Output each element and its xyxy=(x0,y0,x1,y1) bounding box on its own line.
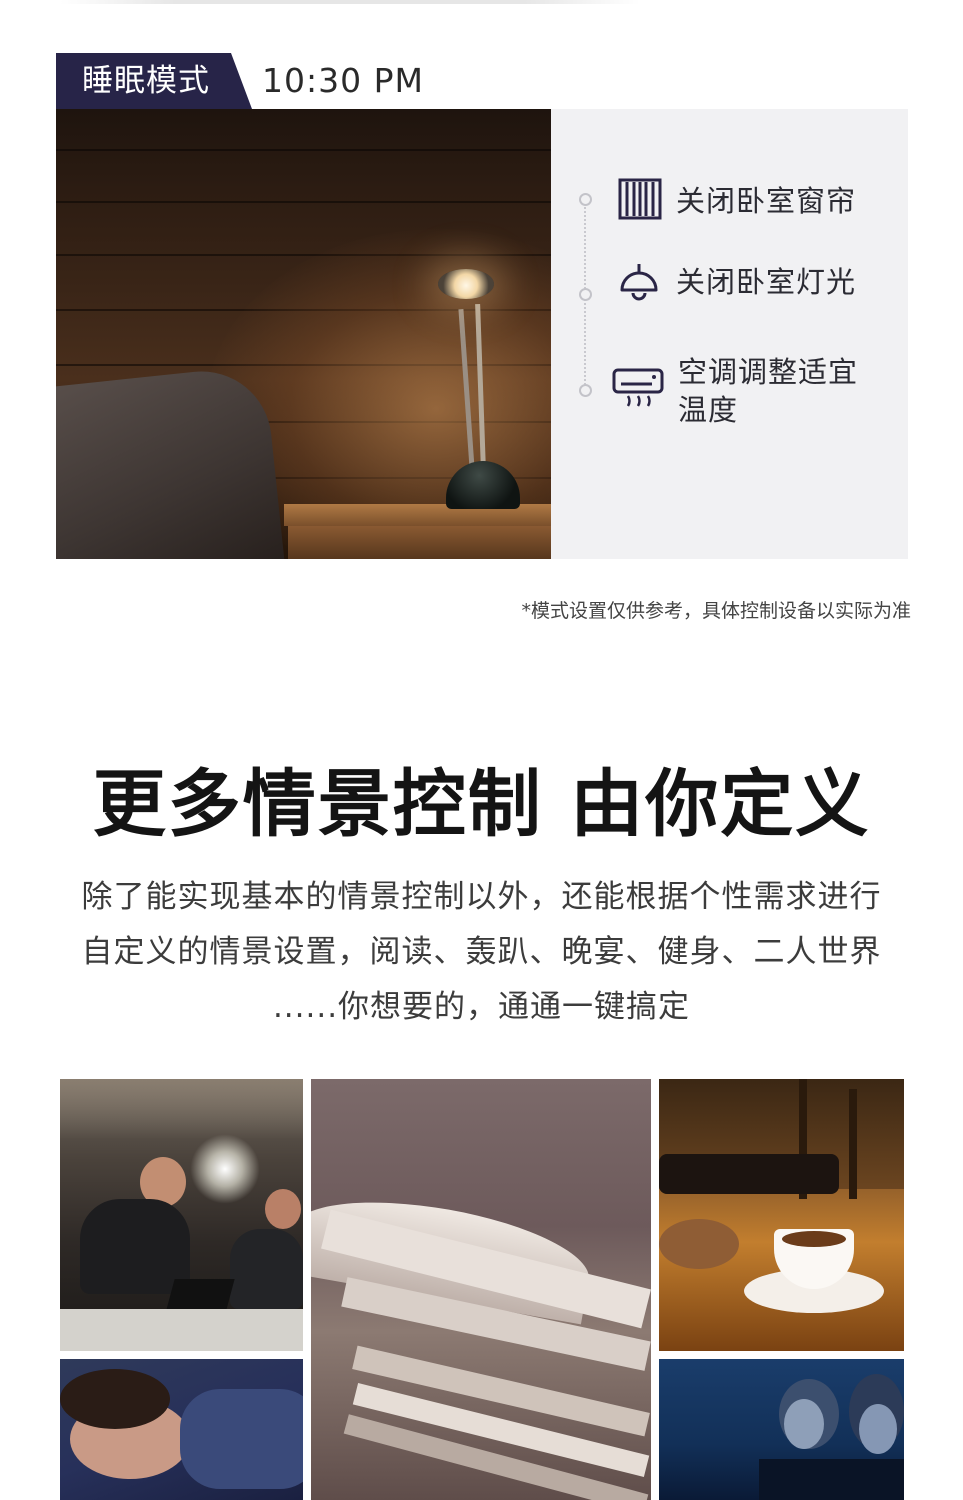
step-label-ac-line2: 温度 xyxy=(678,393,739,427)
step-label-ac-line1: 空调调整适宜 xyxy=(678,355,859,389)
section-headline: 更多情景控制 由你定义 xyxy=(92,762,871,847)
section-paragraph: 除了能实现基本的情景控制以外，还能根据个性需求进行 自定义的情景设置，阅读、轰趴… xyxy=(0,870,963,1035)
mode-badge: 睡眠模式 xyxy=(56,53,252,109)
desk-lamp xyxy=(438,269,494,299)
mode-time: 10:30 PM xyxy=(262,61,424,100)
bed-shape xyxy=(56,364,287,559)
step-label-light: 关闭卧室灯光 xyxy=(676,265,857,299)
paragraph-line: 自定义的情景设置，阅读、轰趴、晚宴、健身、二人世界 xyxy=(81,934,882,970)
movie-night-photo xyxy=(659,1359,904,1500)
timeline-dot xyxy=(579,288,592,301)
cafe-photo xyxy=(659,1079,904,1351)
step-label-curtain: 关闭卧室窗帘 xyxy=(676,184,857,218)
mode-name: 睡眠模式 xyxy=(82,63,210,99)
air-conditioner-icon xyxy=(612,368,664,407)
ceiling-lamp-icon xyxy=(620,264,658,301)
bedroom-photo xyxy=(56,109,551,559)
steps-panel xyxy=(551,109,908,559)
sleeping-photo xyxy=(60,1359,303,1500)
reading-photo xyxy=(311,1079,651,1500)
top-divider xyxy=(60,0,640,4)
curtain-icon xyxy=(618,178,662,220)
paragraph-line: 除了能实现基本的情景控制以外，还能根据个性需求进行 xyxy=(81,879,882,915)
nightstand xyxy=(288,526,551,559)
disclaimer-note: *模式设置仅供参考，具体控制设备以实际为准 xyxy=(521,600,911,622)
paragraph-line: ......你想要的，通通一键搞定 xyxy=(272,989,691,1025)
fitness-photo xyxy=(60,1079,303,1351)
timeline-dot xyxy=(579,384,592,397)
timeline-dot xyxy=(579,193,592,206)
